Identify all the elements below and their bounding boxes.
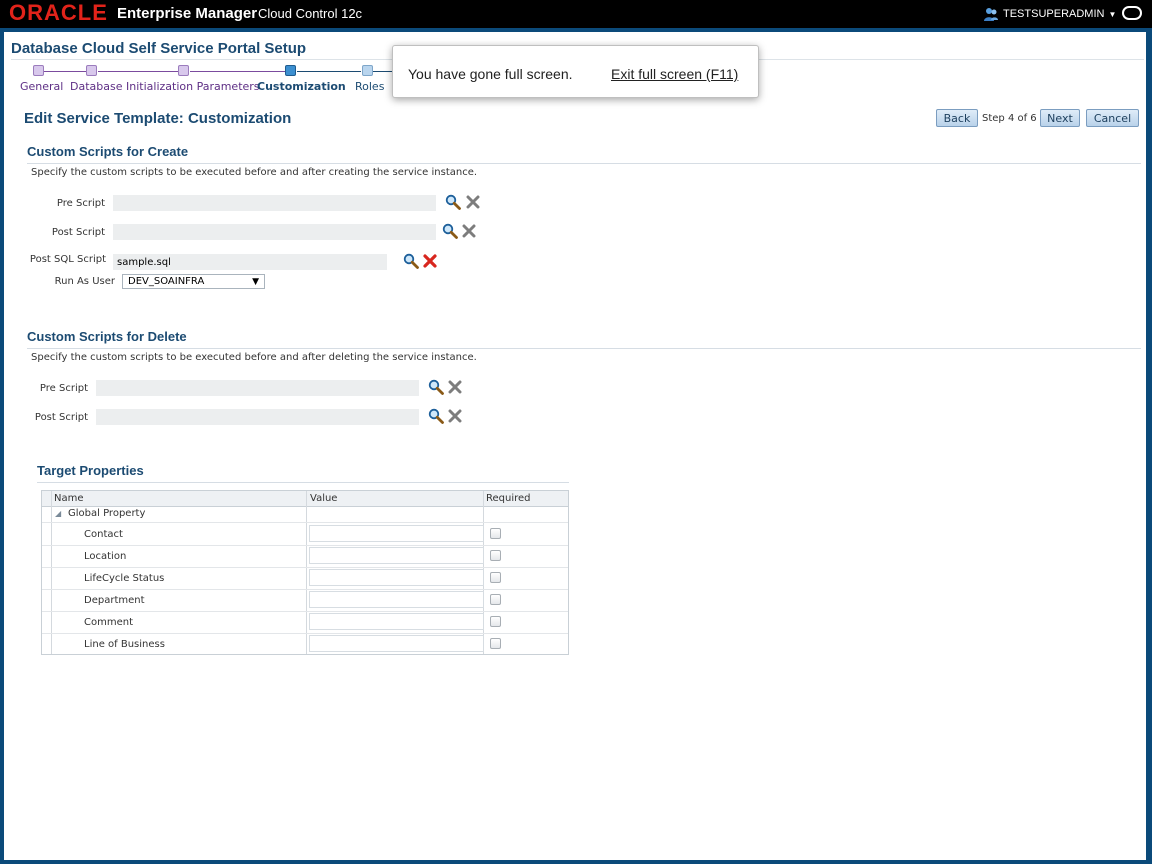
- search-icon[interactable]: [442, 223, 458, 239]
- table-row: Line of Business: [42, 633, 568, 655]
- edit-title: Edit Service Template: Customization: [24, 110, 292, 127]
- clear-icon[interactable]: [466, 195, 480, 209]
- train-label-general[interactable]: General: [20, 80, 63, 93]
- delete-pre-script-input[interactable]: [96, 380, 419, 396]
- back-button[interactable]: Back: [936, 109, 978, 127]
- property-value-input[interactable]: [309, 635, 484, 652]
- required-checkbox[interactable]: [490, 550, 501, 561]
- column-header-value[interactable]: Value: [310, 493, 337, 504]
- column-header-name[interactable]: Name: [54, 493, 84, 504]
- fullscreen-message: You have gone full screen.: [408, 66, 573, 82]
- delete-section-title: Custom Scripts for Delete: [27, 329, 187, 344]
- train-label-database[interactable]: Database: [70, 80, 123, 93]
- user-menu[interactable]: TESTSUPERADMIN ▼: [983, 5, 1116, 23]
- required-checkbox[interactable]: [490, 594, 501, 605]
- property-name: Contact: [84, 529, 123, 540]
- run-as-user-select[interactable]: DEV_SOAINFRA ▼: [122, 274, 265, 289]
- required-checkbox[interactable]: [490, 616, 501, 627]
- target-properties-table: Name Value Required ◢ Global Property Co…: [41, 490, 569, 655]
- oracle-logo: ORACLE: [9, 0, 108, 25]
- dropdown-arrow-icon: ▼: [252, 277, 259, 287]
- required-checkbox[interactable]: [490, 528, 501, 539]
- column-header-required[interactable]: Required: [486, 493, 531, 504]
- target-ring-icon[interactable]: [1122, 6, 1142, 20]
- train-label-customization: Customization: [257, 80, 346, 93]
- train-connector: [297, 71, 361, 72]
- section-divider: [27, 348, 1141, 349]
- delete-instruction: Specify the custom scripts to be execute…: [31, 352, 477, 363]
- next-button[interactable]: Next: [1040, 109, 1080, 127]
- global-header: ORACLE Enterprise Manager Cloud Control …: [0, 0, 1152, 28]
- chevron-down-icon: ▼: [1108, 9, 1117, 19]
- user-name: TESTSUPERADMIN: [1003, 8, 1105, 20]
- train-node-roles[interactable]: [362, 65, 373, 76]
- create-pre-script-input[interactable]: [113, 195, 436, 211]
- table-row: Comment: [42, 611, 568, 634]
- tree-group-row[interactable]: ◢ Global Property: [42, 507, 568, 523]
- table-row: LifeCycle Status: [42, 567, 568, 590]
- property-name: Comment: [84, 617, 133, 628]
- clear-icon[interactable]: [448, 409, 462, 423]
- fullscreen-notification: You have gone full screen. Exit full scr…: [392, 45, 759, 98]
- table-row: Location: [42, 545, 568, 568]
- property-name: Location: [84, 551, 127, 562]
- property-value-input[interactable]: [309, 591, 484, 608]
- search-icon[interactable]: [428, 379, 444, 395]
- required-checkbox[interactable]: [490, 638, 501, 649]
- required-checkbox[interactable]: [490, 572, 501, 583]
- clear-icon[interactable]: [462, 224, 476, 238]
- post-sql-script-input[interactable]: [113, 254, 387, 270]
- property-value-input[interactable]: [309, 613, 484, 630]
- train-node-general[interactable]: [33, 65, 44, 76]
- page-title: Database Cloud Self Service Portal Setup: [11, 40, 307, 57]
- search-icon[interactable]: [445, 194, 461, 210]
- search-icon[interactable]: [403, 253, 419, 269]
- product-edition: Cloud Control 12c: [258, 6, 363, 21]
- delete-post-script-label: Post Script: [34, 412, 88, 423]
- train-connector: [44, 71, 86, 72]
- train-node-database[interactable]: [86, 65, 97, 76]
- table-row: Department: [42, 589, 568, 612]
- search-icon[interactable]: [428, 408, 444, 424]
- property-name: Line of Business: [84, 639, 165, 650]
- train-connector: [373, 71, 393, 72]
- clear-icon[interactable]: [423, 254, 437, 268]
- train-label-init-params[interactable]: Initialization Parameters: [126, 80, 260, 93]
- group-label: Global Property: [68, 508, 146, 519]
- property-value-input[interactable]: [309, 569, 484, 586]
- collapse-triangle-icon[interactable]: ◢: [55, 509, 61, 518]
- property-name: Department: [84, 595, 145, 606]
- post-sql-script-label: Post SQL Script: [29, 254, 106, 265]
- property-value-input[interactable]: [309, 547, 484, 564]
- table-row: Contact: [42, 523, 568, 546]
- create-instruction: Specify the custom scripts to be execute…: [31, 167, 478, 178]
- create-pre-script-label: Pre Script: [56, 198, 105, 209]
- delete-pre-script-label: Pre Script: [39, 383, 88, 394]
- main-content: Database Cloud Self Service Portal Setup…: [4, 32, 1146, 860]
- run-as-user-label: Run As User: [54, 276, 115, 287]
- target-properties-title: Target Properties: [37, 463, 144, 478]
- create-section-title: Custom Scripts for Create: [27, 144, 189, 159]
- train-connector: [190, 71, 285, 72]
- property-value-input[interactable]: [309, 525, 484, 542]
- train-label-roles[interactable]: Roles: [355, 80, 384, 93]
- create-post-script-label: Post Script: [51, 227, 105, 238]
- property-name: LifeCycle Status: [84, 573, 165, 584]
- product-name: Enterprise Manager: [117, 5, 258, 22]
- user-icon: [984, 8, 998, 21]
- delete-post-script-input[interactable]: [96, 409, 419, 425]
- create-post-script-input[interactable]: [113, 224, 436, 240]
- section-divider: [37, 482, 569, 483]
- train-connector: [98, 71, 178, 72]
- step-indicator: Step 4 of 6: [982, 113, 1037, 124]
- train-node-init-params[interactable]: [178, 65, 189, 76]
- table-header: Name Value Required: [42, 491, 568, 507]
- exit-fullscreen-link[interactable]: Exit full screen (F11): [611, 66, 738, 82]
- train-node-customization: [285, 65, 296, 76]
- section-divider: [27, 163, 1141, 164]
- cancel-button[interactable]: Cancel: [1086, 109, 1139, 127]
- run-as-user-value: DEV_SOAINFRA: [128, 276, 205, 287]
- clear-icon[interactable]: [448, 380, 462, 394]
